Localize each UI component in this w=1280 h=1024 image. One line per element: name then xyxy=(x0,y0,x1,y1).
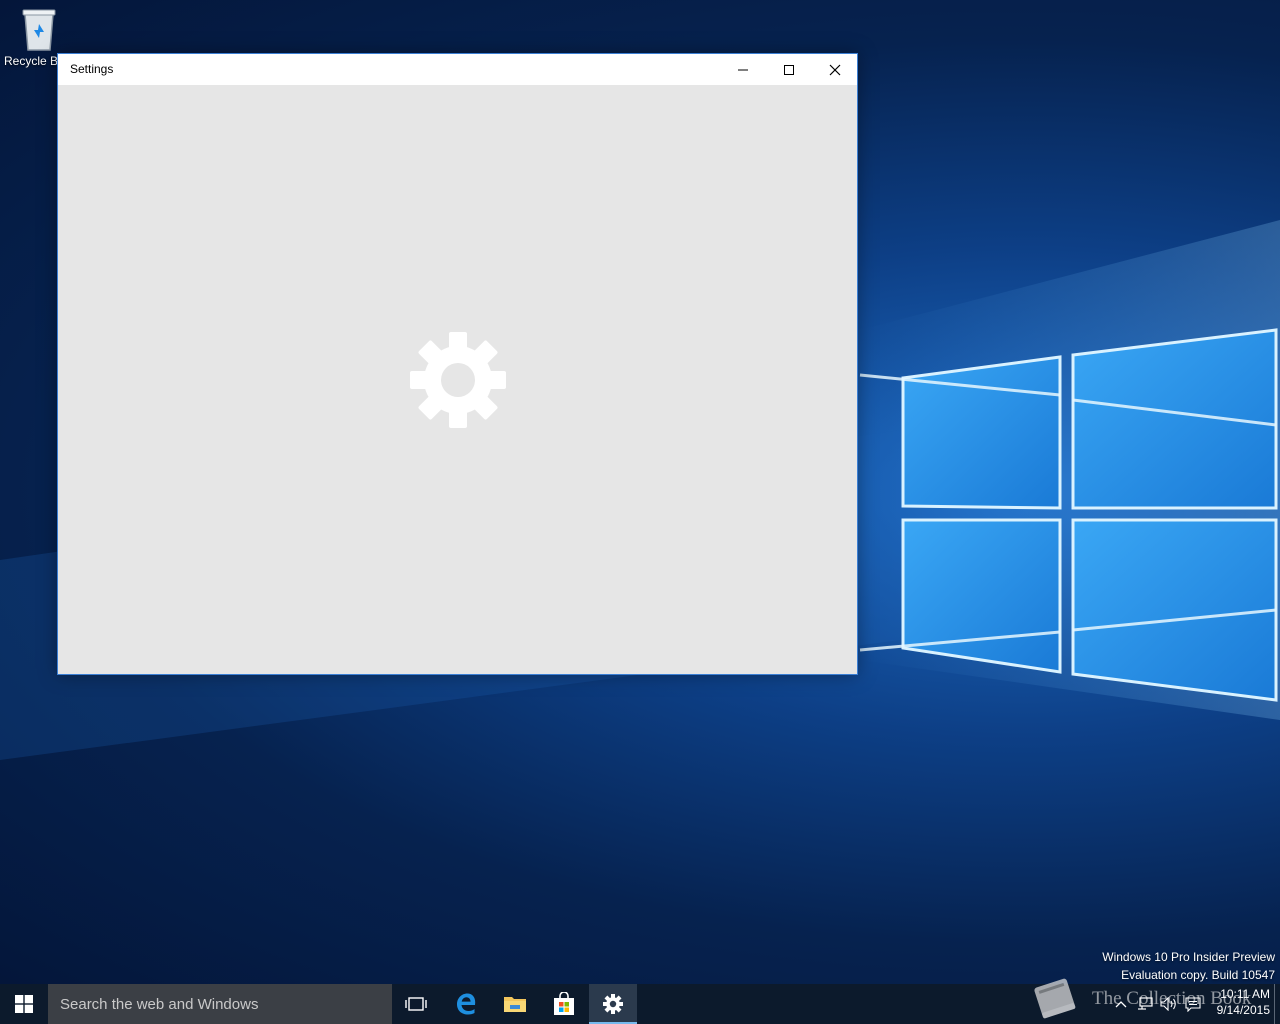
start-button[interactable] xyxy=(0,984,48,1024)
store-taskbar-button[interactable] xyxy=(540,984,588,1024)
close-icon xyxy=(829,64,841,75)
folder-icon xyxy=(504,997,526,1012)
clock-date: 9/14/2015 xyxy=(1216,1003,1270,1017)
settings-taskbar-button[interactable] xyxy=(589,984,637,1024)
task-view-icon xyxy=(405,997,427,1011)
windows-logo-icon xyxy=(15,995,33,1013)
desktop-icon-label: Recycle Bin xyxy=(4,54,60,68)
edge-icon xyxy=(457,993,476,1015)
edge-taskbar-button[interactable] xyxy=(442,984,490,1024)
clock-time: 10:11 AM xyxy=(1220,987,1270,1001)
settings-window[interactable]: Settings xyxy=(57,53,858,675)
build-watermark-line1: Windows 10 Pro Insider Preview xyxy=(1102,950,1275,964)
close-button[interactable] xyxy=(812,54,858,85)
recycle-bin-icon xyxy=(19,6,59,52)
file-explorer-taskbar-button[interactable] xyxy=(491,984,539,1024)
title-bar[interactable]: Settings xyxy=(58,54,857,85)
show-desktop-button[interactable] xyxy=(1274,984,1280,1024)
build-watermark-line2: Evaluation copy. Build 10547 xyxy=(1121,968,1275,982)
gear-icon xyxy=(408,330,508,430)
minimize-button[interactable] xyxy=(720,54,766,85)
system-clock[interactable]: 10:11 AM 9/14/2015 xyxy=(1208,986,1270,1018)
book-logo-icon xyxy=(1034,978,1076,1019)
maximize-icon xyxy=(784,64,794,75)
maximize-button[interactable] xyxy=(766,54,812,85)
window-title: Settings xyxy=(70,62,114,76)
minimize-icon xyxy=(738,69,748,70)
search-input[interactable]: Search the web and Windows xyxy=(48,984,392,1024)
desktop[interactable]: Recycle Bin Settings xyxy=(0,0,1280,984)
search-placeholder: Search the web and Windows xyxy=(60,995,259,1013)
taskbar: Search the web and Windows xyxy=(0,984,1280,1024)
store-icon xyxy=(554,992,574,1015)
gear-icon xyxy=(603,994,623,1014)
task-view-button[interactable] xyxy=(392,984,440,1024)
